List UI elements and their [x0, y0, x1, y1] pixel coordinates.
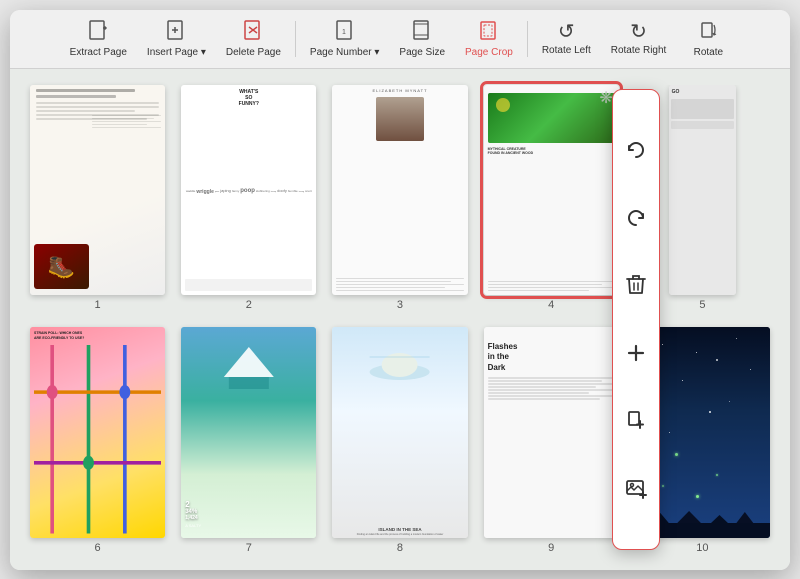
page-thumb-1[interactable]: 🥾	[30, 85, 165, 296]
page-crop-label: Page Crop	[465, 47, 513, 58]
rotate-right-icon: ↻	[630, 22, 647, 42]
rotate-icon	[697, 20, 719, 44]
page-number-5: 5	[699, 299, 705, 311]
action-add-after-button[interactable]	[619, 403, 653, 437]
page-thumb-8[interactable]: ISLAND IN THE SEA Finding an island life…	[332, 327, 467, 538]
page-size-icon	[411, 20, 433, 44]
page-size-button[interactable]: Page Size	[391, 16, 453, 62]
rotate-button[interactable]: Rotate	[678, 16, 738, 62]
page-thumb-9[interactable]: Flashesin theDark	[484, 327, 619, 538]
page-item-6: STRAIN POLL: WHICH ONESARE ECO-FRIENDLY …	[30, 327, 165, 554]
page-number-9: 9	[548, 542, 554, 554]
pages-grid: 🥾 1	[10, 69, 790, 570]
svg-text:1: 1	[342, 29, 346, 36]
page-thumb-4[interactable]: MYTHICAL CREATUREFOUND IN ANCIENT WOOD ❋	[484, 85, 619, 296]
page-number-7: 7	[246, 542, 252, 554]
page-item-9: Flashesin theDark	[484, 327, 619, 554]
page-item-8: ISLAND IN THE SEA Finding an island life…	[332, 327, 467, 554]
page-number-10: 10	[696, 542, 708, 554]
rotate-left-icon: ↺	[558, 22, 575, 42]
page-item-7: 2 34% 1,424 A SALTY 7	[181, 327, 316, 554]
action-add-before-button[interactable]	[619, 336, 653, 370]
page-number-8: 8	[397, 542, 403, 554]
action-rotate-left-button[interactable]	[619, 133, 653, 167]
page-number-button[interactable]: 1 Page Number ▾	[302, 16, 388, 62]
insert-page-button[interactable]: Insert Page ▾	[139, 16, 214, 62]
page-number-4: 4	[548, 299, 554, 311]
delete-page-label: Delete Page	[226, 47, 281, 58]
rotate-right-button[interactable]: ↻ Rotate Right	[603, 18, 675, 60]
extract-page-label: Extract Page	[70, 47, 127, 58]
page-number-label: Page Number ▾	[310, 47, 380, 58]
page-number-icon: 1	[334, 20, 356, 44]
rotate-right-label: Rotate Right	[611, 45, 667, 56]
page-thumb-5[interactable]: GO	[669, 85, 737, 296]
page-crop-button[interactable]: Page Crop	[457, 16, 521, 62]
delete-page-icon	[242, 20, 264, 44]
page-crop-icon	[478, 20, 500, 44]
action-delete-button[interactable]	[619, 268, 653, 302]
action-add-image-button[interactable]	[619, 471, 653, 505]
extract-page-button[interactable]: Extract Page	[62, 16, 135, 62]
page-item-4: MYTHICAL CREATUREFOUND IN ANCIENT WOOD ❋…	[484, 85, 619, 312]
insert-page-icon	[165, 20, 187, 44]
sep2	[527, 21, 528, 57]
extract-page-icon	[87, 20, 109, 44]
rotate-label: Rotate	[694, 47, 723, 58]
page-number-6: 6	[95, 542, 101, 554]
page-number-2: 2	[246, 299, 252, 311]
page-thumb-7[interactable]: 2 34% 1,424 A SALTY	[181, 327, 316, 538]
insert-page-label: Insert Page ▾	[147, 47, 206, 58]
delete-page-button[interactable]: Delete Page	[218, 16, 289, 62]
page-thumb-3[interactable]: ELIZABETH MYNATT	[332, 85, 467, 296]
action-rotate-right-button[interactable]	[619, 201, 653, 235]
toolbar: Extract Page Insert Page ▾ Delete Page 1…	[10, 10, 790, 69]
action-panel	[612, 89, 660, 550]
page-item-3: ELIZABETH MYNATT 3	[332, 85, 467, 312]
page-thumb-2[interactable]: WHAT'SSOFUNNY? waddle wriggle poke japin…	[181, 85, 316, 296]
page-item-2: WHAT'SSOFUNNY? waddle wriggle poke japin…	[181, 85, 316, 312]
page-thumb-6[interactable]: STRAIN POLL: WHICH ONESARE ECO-FRIENDLY …	[30, 327, 165, 538]
sep1	[295, 21, 296, 57]
content-area: 🥾 1	[10, 69, 790, 570]
page-number-3: 3	[397, 299, 403, 311]
page-size-label: Page Size	[399, 47, 445, 58]
rotate-left-button[interactable]: ↺ Rotate Left	[534, 18, 599, 60]
app-window: Extract Page Insert Page ▾ Delete Page 1…	[10, 10, 790, 570]
page-item-1: 🥾 1	[30, 85, 165, 312]
page-number-1: 1	[95, 299, 101, 311]
rotate-left-label: Rotate Left	[542, 45, 591, 56]
